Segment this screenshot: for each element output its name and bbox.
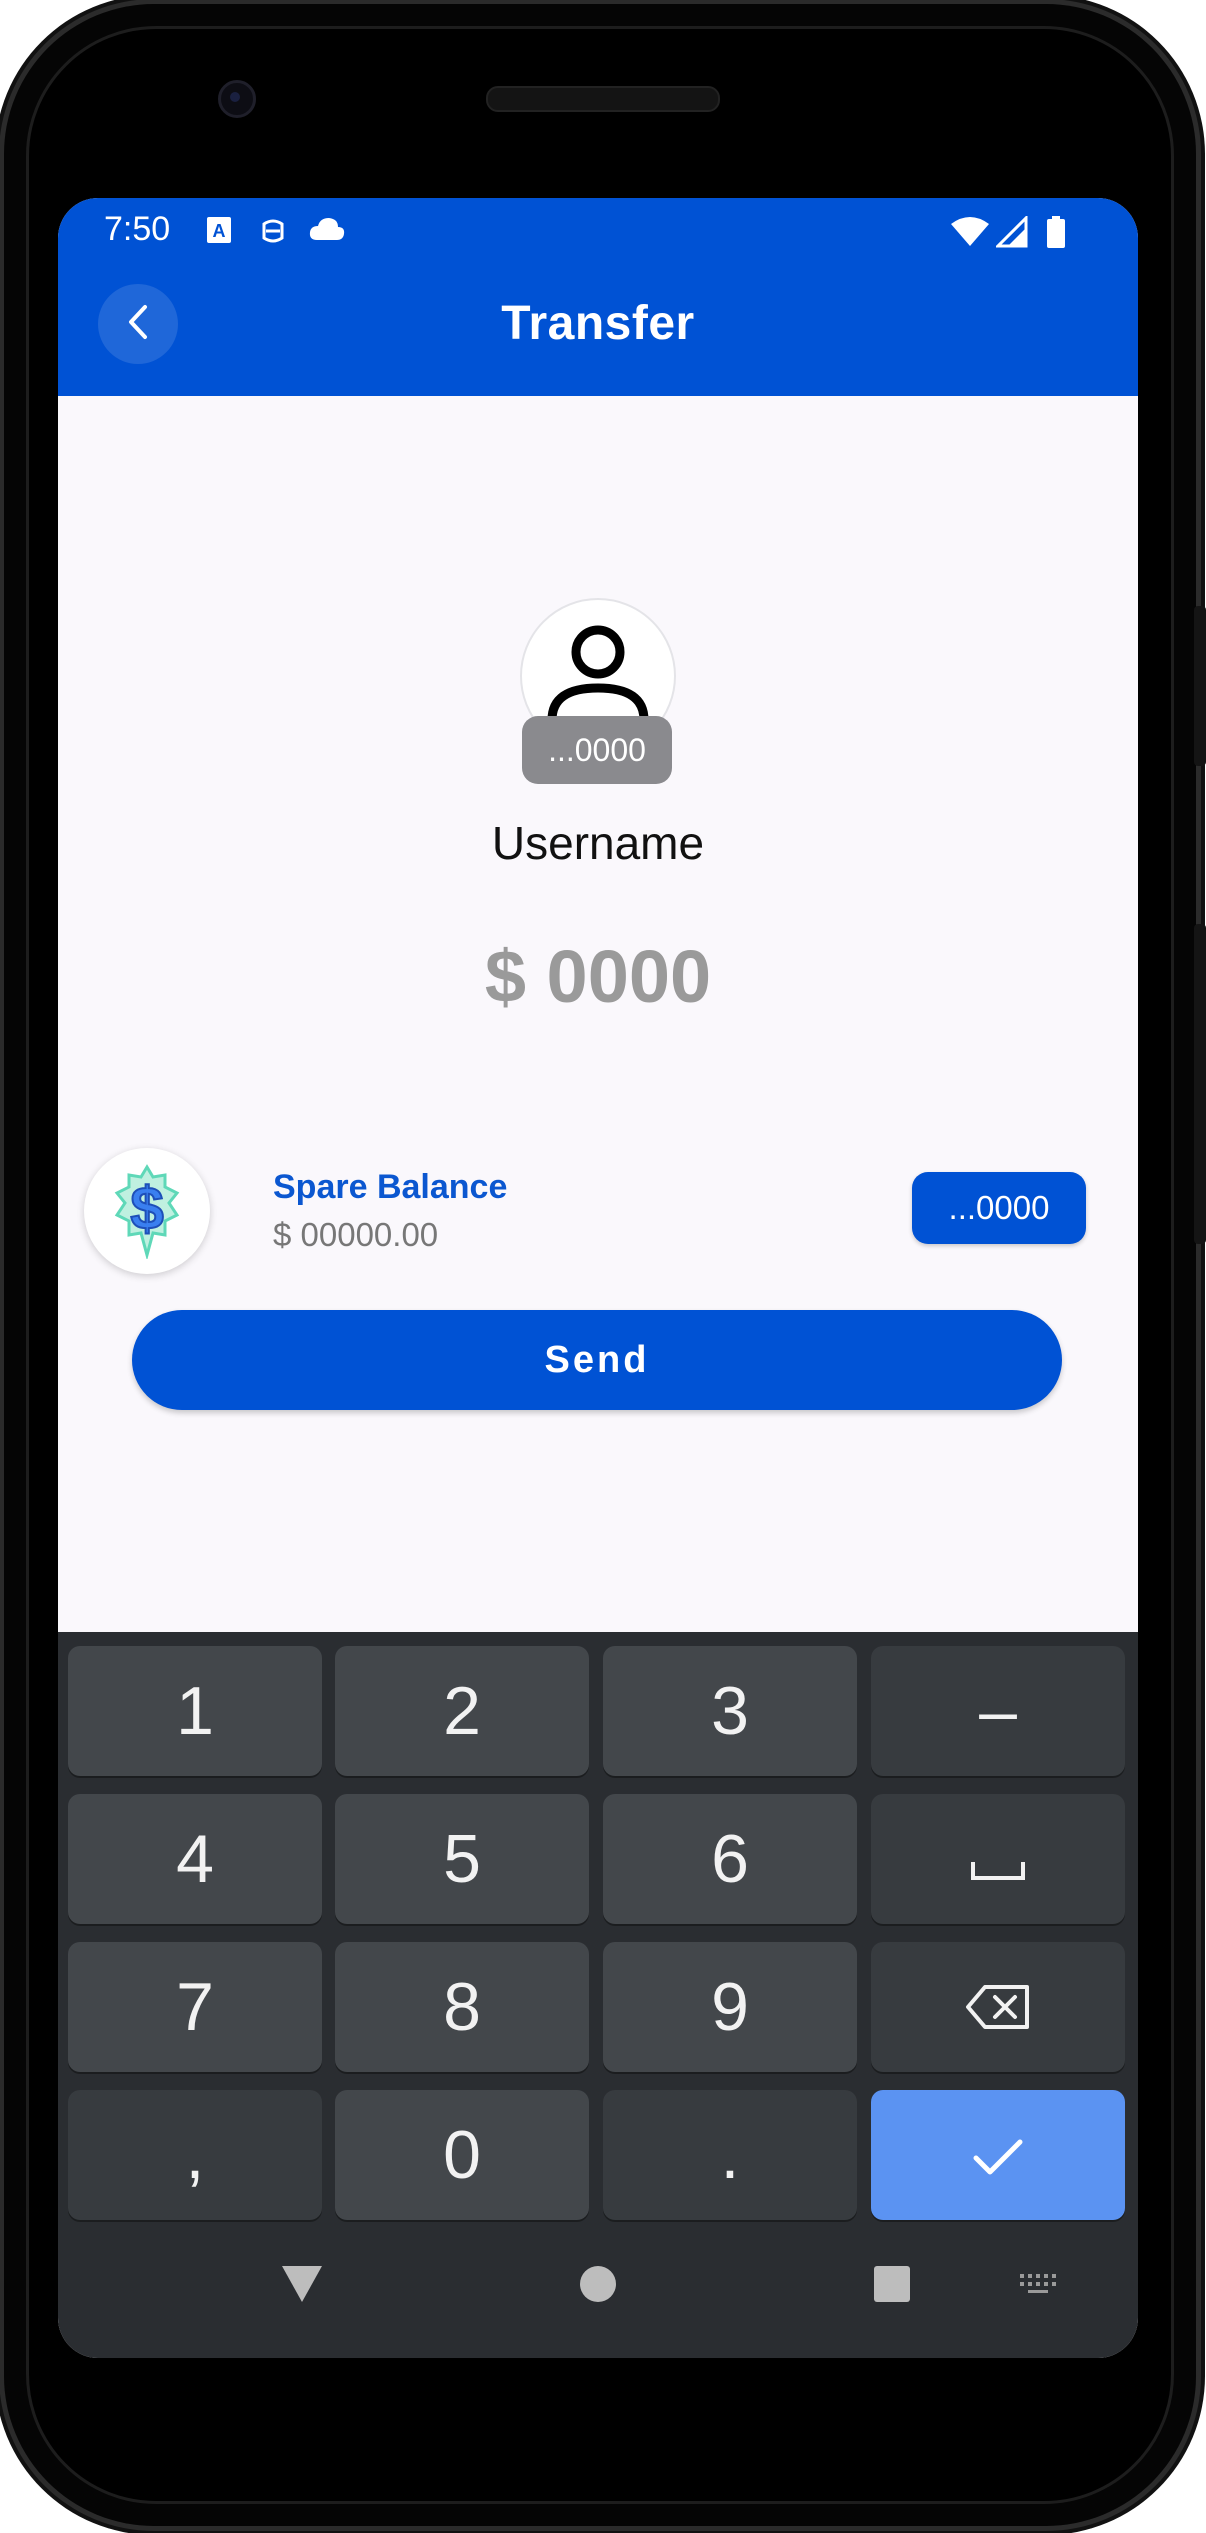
recipient-account-chip: ...0000 [522, 716, 672, 784]
balance-label: Spare Balance [273, 1168, 508, 1206]
source-account-button[interactable]: ...0000 [912, 1172, 1086, 1244]
check-icon [972, 2116, 1024, 2194]
keyboard-switch-icon [1018, 2272, 1058, 2301]
svg-text:$: $ [130, 1175, 163, 1242]
key-0[interactable]: 0 [335, 2090, 589, 2220]
a-box-icon: A [206, 216, 232, 249]
key-4[interactable]: 4 [68, 1794, 322, 1924]
key-backspace[interactable] [871, 1942, 1125, 2072]
key-period[interactable]: . [603, 2090, 857, 2220]
key-3[interactable]: 3 [603, 1646, 857, 1776]
key-space[interactable] [871, 1794, 1125, 1924]
dollar-coin-icon: $ [84, 1148, 210, 1274]
source-account-row: $ Spare Balance $ 00000.00 ...0000 [58, 1148, 1138, 1288]
key-6[interactable]: 6 [603, 1794, 857, 1924]
system-nav-bar [58, 2228, 1138, 2358]
key-5[interactable]: 5 [335, 1794, 589, 1924]
nav-recents-button[interactable] [872, 2264, 912, 2309]
status-time: 7:50 [104, 210, 171, 248]
key-comma[interactable]: , [68, 2090, 322, 2220]
key-7[interactable]: 7 [68, 1942, 322, 2072]
back-triangle-icon [280, 2264, 324, 2309]
nav-back-button[interactable] [280, 2264, 324, 2309]
key-dash[interactable]: – [871, 1646, 1125, 1776]
nav-home-button[interactable] [578, 2264, 618, 2309]
robot-icon [260, 216, 286, 251]
recents-square-icon [872, 2264, 912, 2309]
screen: 7:50 A Transfer ...0000 Username $ 0000 … [58, 198, 1138, 2358]
svg-text:A: A [213, 221, 226, 241]
key-2[interactable]: 2 [335, 1646, 589, 1776]
recipient-avatar[interactable]: ...0000 [520, 598, 676, 788]
key-9[interactable]: 9 [603, 1942, 857, 2072]
recipient-username: Username [491, 817, 705, 869]
backspace-icon [965, 1968, 1031, 2046]
wifi-icon [950, 216, 990, 253]
status-bar: 7:50 A [58, 198, 1138, 268]
app-bar: 7:50 A Transfer [58, 198, 1138, 396]
page-title: Transfer [501, 297, 695, 350]
transfer-amount: $ 0000 [484, 935, 712, 1018]
volume-button [1194, 924, 1206, 1244]
power-button [1194, 606, 1206, 766]
numeric-keyboard: 1 2 3 – 4 5 6 7 8 9 , 0 . [58, 1632, 1138, 2358]
battery-icon [1046, 216, 1066, 253]
key-8[interactable]: 8 [335, 1942, 589, 2072]
space-icon [970, 1820, 1026, 1898]
home-circle-icon [578, 2264, 618, 2309]
cloud-icon [308, 216, 346, 247]
signal-icon [994, 214, 1028, 253]
front-camera [218, 80, 256, 118]
key-enter[interactable] [871, 2090, 1125, 2220]
send-button[interactable]: Send [132, 1310, 1062, 1410]
key-1[interactable]: 1 [68, 1646, 322, 1776]
earpiece-speaker [486, 86, 720, 112]
keyboard-switch-button[interactable] [1018, 2272, 1058, 2301]
balance-value: $ 00000.00 [273, 1216, 439, 1253]
